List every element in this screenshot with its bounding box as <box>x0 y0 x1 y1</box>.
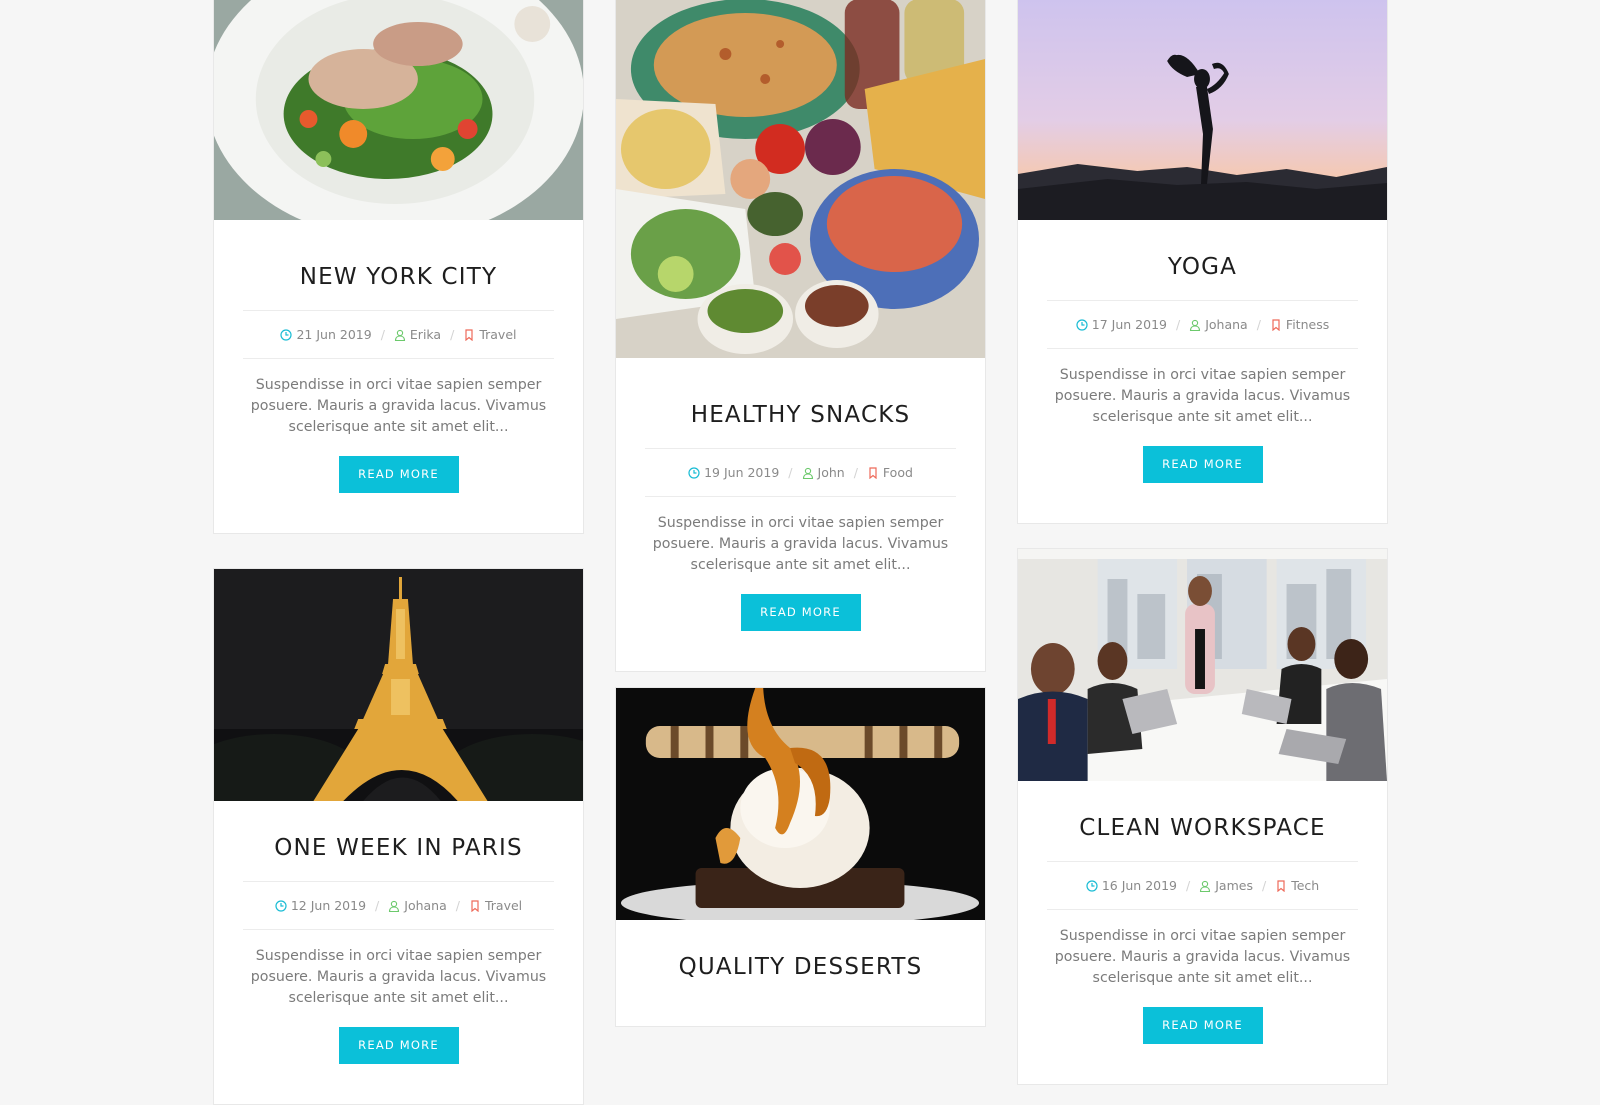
post-author[interactable]: Johana <box>1189 317 1248 332</box>
post-excerpt: Suspendisse in orci vitae sapien semper … <box>250 377 547 435</box>
meta-separator: / <box>375 898 380 913</box>
post-date: 19 Jun 2019 <box>688 465 779 480</box>
post-meta: 16 Jun 2019 / James / Tech <box>1018 862 1387 909</box>
post-card-clean-workspace: CLEAN WORKSPACE 16 Jun 2019 / James / Te… <box>1017 548 1388 1085</box>
user-icon <box>1189 319 1201 331</box>
post-excerpt: Suspendisse in orci vitae sapien semper … <box>250 948 547 1006</box>
post-meta: 12 Jun 2019 / Johana / Travel <box>214 882 583 929</box>
post-author[interactable]: James <box>1199 878 1253 893</box>
post-category[interactable]: Food <box>867 465 913 480</box>
post-image-workspace[interactable] <box>1018 549 1387 781</box>
clock-icon <box>280 328 293 341</box>
post-excerpt: Suspendisse in orci vitae sapien semper … <box>1054 928 1351 986</box>
meta-separator: / <box>1175 317 1181 332</box>
post-category[interactable]: Fitness <box>1270 317 1329 332</box>
post-date: 17 Jun 2019 <box>1076 317 1167 332</box>
user-icon <box>802 467 814 479</box>
meta-separator: / <box>450 327 455 342</box>
clock-icon <box>688 466 700 479</box>
bookmark-icon <box>1270 318 1282 331</box>
post-card-yoga: YOGA 17 Jun 2019 / Johana / Fitness Susp… <box>1017 0 1388 524</box>
meta-separator: / <box>853 465 858 480</box>
post-card-new-york-city: NEW YORK CITY 21 Jun 2019 / Erika / Trav… <box>213 0 584 534</box>
post-card-one-week-in-paris: ONE WEEK IN PARIS 12 Jun 2019 / Johana /… <box>213 568 584 1105</box>
clock-icon <box>1086 879 1098 892</box>
post-date: 21 Jun 2019 <box>280 327 372 342</box>
post-title[interactable]: QUALITY DESSERTS <box>616 920 985 1000</box>
post-meta: 21 Jun 2019 / Erika / Travel <box>214 311 583 358</box>
post-title[interactable]: ONE WEEK IN PARIS <box>214 801 583 881</box>
read-more-button[interactable]: READ MORE <box>740 594 861 631</box>
clock-icon <box>1076 318 1088 331</box>
post-title[interactable]: NEW YORK CITY <box>214 220 583 310</box>
bookmark-icon <box>867 466 879 479</box>
post-author[interactable]: John <box>802 465 845 480</box>
user-icon <box>1199 880 1211 892</box>
meta-separator: / <box>1261 878 1267 893</box>
post-category[interactable]: Travel <box>463 327 517 342</box>
post-category[interactable]: Tech <box>1275 878 1319 893</box>
post-title[interactable]: CLEAN WORKSPACE <box>1018 781 1387 861</box>
bookmark-icon <box>1275 879 1287 892</box>
post-excerpt: Suspendisse in orci vitae sapien semper … <box>652 515 949 573</box>
post-image-snacks[interactable] <box>616 0 985 358</box>
meta-separator: / <box>1256 317 1261 332</box>
post-date: 12 Jun 2019 <box>275 898 366 913</box>
post-author[interactable]: Erika <box>394 327 441 342</box>
bookmark-icon <box>469 899 481 912</box>
meta-separator: / <box>380 327 385 342</box>
user-icon <box>388 900 400 912</box>
post-meta: 17 Jun 2019 / Johana / Fitness <box>1018 301 1387 348</box>
post-card-quality-desserts: QUALITY DESSERTS <box>615 687 986 1027</box>
post-card-healthy-snacks: HEALTHY SNACKS 19 Jun 2019 / John / Food… <box>615 0 986 672</box>
post-date: 16 Jun 2019 <box>1086 878 1177 893</box>
post-image-salad[interactable] <box>214 0 583 220</box>
read-more-button[interactable]: READ MORE <box>338 1027 459 1064</box>
meta-separator: / <box>455 898 460 913</box>
meta-separator: / <box>788 465 793 480</box>
post-image-dessert[interactable] <box>616 688 985 920</box>
user-icon <box>394 329 406 341</box>
read-more-button[interactable]: READ MORE <box>1142 1007 1263 1044</box>
read-more-button[interactable]: READ MORE <box>338 456 459 493</box>
clock-icon <box>275 899 287 912</box>
post-title[interactable]: HEALTHY SNACKS <box>616 358 985 448</box>
bookmark-icon <box>463 328 475 341</box>
post-title[interactable]: YOGA <box>1018 220 1387 300</box>
post-author[interactable]: Johana <box>388 898 447 913</box>
post-image-eiffel-tower[interactable] <box>214 569 583 801</box>
read-more-button[interactable]: READ MORE <box>1142 446 1263 483</box>
post-excerpt: Suspendisse in orci vitae sapien semper … <box>1054 367 1351 425</box>
post-image-yoga[interactable] <box>1018 0 1387 220</box>
post-meta: 19 Jun 2019 / John / Food <box>616 449 985 496</box>
post-category[interactable]: Travel <box>469 898 522 913</box>
meta-separator: / <box>1186 878 1191 893</box>
